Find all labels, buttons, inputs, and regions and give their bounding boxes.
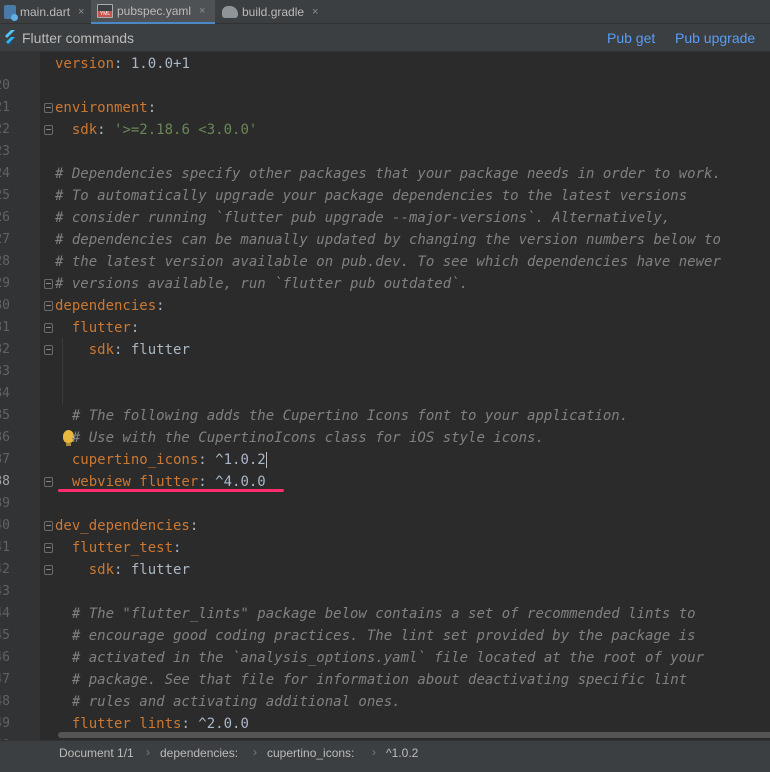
tab-label: pubspec.yaml [117, 4, 192, 18]
tab-build-gradle[interactable]: build.gradle × [220, 0, 340, 24]
fold-end-icon[interactable] [44, 477, 53, 487]
flutter-commands-bar: Flutter commands Pub get Pub upgrade [0, 24, 770, 52]
scrollbar-thumb[interactable] [58, 732, 770, 738]
code-line: 48 # package. See that file for informat… [0, 669, 770, 709]
code-line-current: 38 cupertino_icons: ^1.0.2 [0, 449, 770, 489]
pub-upgrade-link[interactable]: Pub upgrade [675, 30, 755, 46]
breadcrumb-item-dependencies[interactable]: dependencies: [160, 746, 238, 760]
dart-file-icon [4, 5, 18, 21]
code-line: 25 # Dependencies specify other packages… [0, 163, 770, 203]
code-line: 37 # Use with the CupertinoIcons class f… [0, 427, 770, 467]
code-line: 28 # dependencies can be manually update… [0, 229, 770, 269]
tab-label: main.dart [20, 5, 71, 19]
code-line: 24 [0, 141, 770, 181]
breadcrumb-separator-icon: › [146, 745, 150, 759]
breadcrumb: Document 1/1 › dependencies: › cupertino… [0, 740, 770, 764]
code-line: 34 [0, 361, 770, 401]
flutter-logo-icon [5, 30, 15, 44]
code-line: 27 # consider running `flutter pub upgra… [0, 207, 770, 247]
code-line: 30 # versions available, run `flutter pu… [0, 273, 770, 313]
code-editor[interactable]: 20 version: 1.0.0+1 21 22 environment: 2… [0, 52, 770, 740]
fold-toggle-icon[interactable] [44, 521, 53, 531]
tab-main-dart[interactable]: main.dart × [2, 0, 90, 24]
editor-tab-bar: main.dart × pubspec.yaml × build.gradle … [0, 0, 770, 24]
close-icon[interactable]: × [312, 6, 318, 18]
code-line: 46 # encourage good coding practices. Th… [0, 625, 770, 665]
code-line: 21 [0, 75, 770, 115]
code-line: 33 sdk: flutter [0, 339, 770, 379]
fold-toggle-icon[interactable] [44, 301, 53, 311]
code-line: 49 # rules and activating additional one… [0, 691, 770, 731]
code-line: 44 [0, 581, 770, 621]
breadcrumb-item-cupertino-icons[interactable]: cupertino_icons: [267, 746, 354, 760]
tab-pubspec-yaml[interactable]: pubspec.yaml × [91, 0, 215, 24]
code-line: 22 environment: [0, 97, 770, 137]
text-caret [265, 452, 267, 468]
code-line: 47 # activated in the `analysis_options.… [0, 647, 770, 687]
fold-end-icon[interactable] [44, 125, 53, 135]
code-line: 42 flutter_test: [0, 537, 770, 577]
close-icon[interactable]: × [199, 5, 205, 17]
pub-get-link[interactable]: Pub get [607, 30, 655, 46]
code-line: 26 # To automatically upgrade your packa… [0, 185, 770, 225]
breadcrumb-item-version[interactable]: ^1.0.2 [386, 746, 418, 760]
highlight-underline [58, 489, 284, 492]
tab-label: build.gradle [242, 5, 305, 19]
code-line: 45 # The "flutter_lints" package below c… [0, 603, 770, 643]
code-line: 41 dev_dependencies: [0, 515, 770, 555]
code-line: 29 # the latest version available on pub… [0, 251, 770, 291]
fold-end-icon[interactable] [44, 565, 53, 575]
fold-toggle-icon[interactable] [44, 323, 53, 333]
code-line: 20 version: 1.0.0+1 [0, 53, 770, 93]
gradle-file-icon [222, 6, 238, 18]
fold-toggle-icon[interactable] [44, 543, 53, 553]
fold-end-icon[interactable] [44, 279, 53, 289]
code-line: 40 [0, 493, 770, 533]
breadcrumb-item-document[interactable]: Document 1/1 [59, 746, 134, 760]
close-icon[interactable]: × [78, 6, 84, 18]
code-line: 35 [0, 383, 770, 423]
code-line: 31 dependencies: [0, 295, 770, 335]
status-strip [0, 764, 770, 772]
fold-toggle-icon[interactable] [44, 103, 53, 113]
breadcrumb-separator-icon: › [372, 745, 376, 759]
code-line: 23 sdk: '>=2.18.6 <3.0.0' [0, 119, 770, 159]
fold-end-icon[interactable] [44, 345, 53, 355]
horizontal-scrollbar[interactable] [40, 730, 770, 740]
code-line: 36 # The following adds the Cupertino Ic… [0, 405, 770, 445]
code-line: 43 sdk: flutter [0, 559, 770, 599]
yaml-file-icon [97, 4, 113, 18]
flutter-commands-title: Flutter commands [22, 30, 135, 46]
breadcrumb-separator-icon: › [253, 745, 257, 759]
code-line: 32 flutter: [0, 317, 770, 357]
